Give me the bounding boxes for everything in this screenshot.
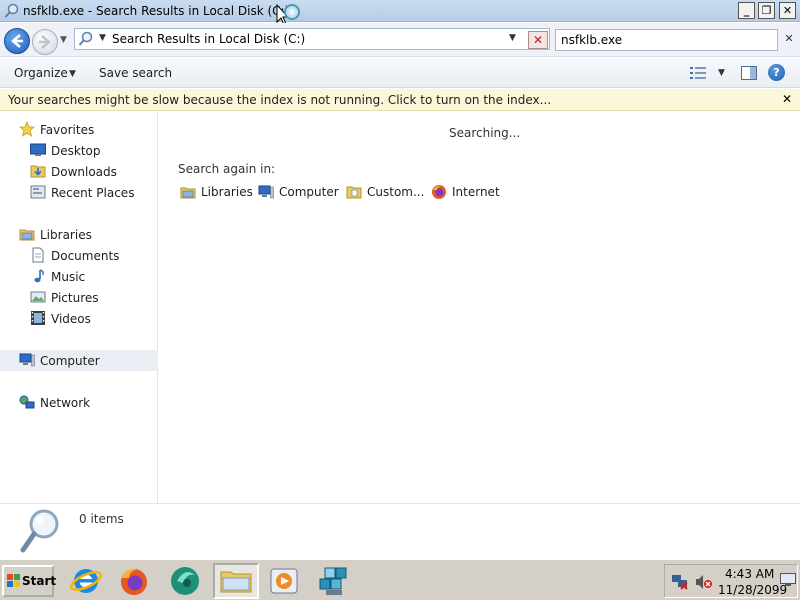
desktop-icon <box>30 143 46 156</box>
clear-search-button[interactable]: ✕ <box>781 32 797 48</box>
close-button[interactable]: ✕ <box>779 2 796 19</box>
search-again-label-text: Internet <box>452 185 500 199</box>
address-row: ▼ ▼ Search Results in Local Disk (C:) ▼ … <box>0 23 800 57</box>
custom-folder-icon <box>346 186 362 199</box>
preview-pane-icon[interactable] <box>741 66 757 80</box>
search-again-label-text: Computer <box>279 185 339 199</box>
sidebar-item-label: Documents <box>51 249 120 263</box>
computer-icon <box>19 353 35 367</box>
taskbar-internet-explorer[interactable] <box>66 563 106 599</box>
network-icon <box>19 395 35 409</box>
search-input[interactable]: nsfklb.exe <box>555 29 778 51</box>
address-dropdown-icon[interactable]: ▼ <box>509 33 516 43</box>
taskbar-media-player[interactable] <box>264 563 304 599</box>
views-dropdown-icon[interactable]: ▼ <box>718 68 725 78</box>
index-info-bar[interactable]: Your searches might be slow because the … <box>0 89 800 111</box>
libraries-icon <box>19 229 35 241</box>
taskbar: Start 4:43 AM 11/28/2099 <box>0 558 800 600</box>
media-player-icon <box>270 568 298 594</box>
address-path: Search Results in Local Disk (C:) <box>112 32 306 46</box>
internet-explorer-icon <box>70 569 102 593</box>
taskbar-blocks-app[interactable] <box>314 563 354 599</box>
music-note-icon <box>34 269 44 283</box>
firefox-icon <box>121 568 147 595</box>
command-bar: Organize ▼ Save search ▼ ? <box>0 58 800 88</box>
stop-search-button[interactable]: ✕ <box>528 31 548 49</box>
navigation-pane: Favorites Desktop Downloads Recent Place… <box>0 112 158 503</box>
minimize-button[interactable]: _ <box>738 2 755 19</box>
chevron-down-icon[interactable]: ▼ <box>69 69 76 79</box>
sidebar-item-label: Videos <box>51 312 91 326</box>
item-count: 0 items <box>79 512 124 526</box>
results-pane: Searching... Search again in: Libraries … <box>159 112 800 503</box>
sidebar-item-label: Recent Places <box>51 186 135 200</box>
search-query: nsfklb.exe <box>561 33 623 47</box>
info-bar-close-button[interactable]: ✕ <box>782 92 792 106</box>
search-again-label-text: Custom... <box>367 185 425 199</box>
forward-button[interactable] <box>32 29 58 55</box>
taskbar-windows-explorer[interactable] <box>213 563 259 599</box>
start-button[interactable]: Start <box>2 565 57 597</box>
search-icon <box>78 31 93 46</box>
clock-time[interactable]: 4:43 AM <box>725 567 774 581</box>
system-tray: 4:43 AM 11/28/2099 <box>664 564 798 598</box>
title-bar[interactable]: nsfklb.exe - Search Results in Local Dis… <box>0 0 800 26</box>
search-status: Searching... <box>449 126 521 140</box>
sidebar-item-label: Desktop <box>51 144 101 158</box>
maximize-button[interactable]: ❐ <box>758 2 775 19</box>
breadcrumb-arrow-icon[interactable]: ▼ <box>99 33 106 43</box>
window-title: nsfklb.exe - Search Results in Local Dis… <box>23 4 290 18</box>
views-icon[interactable] <box>690 66 706 80</box>
videos-film-icon <box>31 311 45 325</box>
sidebar-item-label: Computer <box>40 354 100 368</box>
recent-pages-dropdown[interactable]: ▼ <box>60 35 67 45</box>
firefox-icon <box>432 185 446 199</box>
organize-button[interactable]: Organize <box>14 66 68 80</box>
windows-logo-icon <box>7 574 20 587</box>
forward-arrow-icon <box>39 35 51 49</box>
documents-icon <box>32 247 44 263</box>
network-status-icon[interactable] <box>671 574 689 590</box>
back-arrow-icon <box>11 34 23 48</box>
computer-icon <box>258 185 274 199</box>
address-bar[interactable]: ▼ Search Results in Local Disk (C:) ▼ <box>74 28 550 50</box>
help-button[interactable]: ? <box>768 64 785 81</box>
save-search-button[interactable]: Save search <box>99 66 172 80</box>
libraries-icon <box>180 187 196 199</box>
taskbar-firefox[interactable] <box>114 563 154 599</box>
search-magnifier-icon <box>20 509 59 553</box>
downloads-folder-icon <box>30 165 46 178</box>
search-again-label: Search again in: <box>178 162 276 176</box>
sidebar-item-label: Music <box>51 270 86 284</box>
media-app-icon <box>171 567 199 595</box>
details-pane: 0 items <box>0 503 800 557</box>
blocks-app-icon <box>319 567 347 595</box>
sidebar-item-label: Downloads <box>51 165 117 179</box>
info-bar-message[interactable]: Your searches might be slow because the … <box>8 93 551 107</box>
sidebar-item-label: Network <box>40 396 91 410</box>
sidebar-item-label: Pictures <box>51 291 99 305</box>
clock-date[interactable]: 11/28/2099 <box>718 583 787 597</box>
sidebar-item-label: Libraries <box>40 228 92 242</box>
volume-muted-icon[interactable] <box>695 574 713 590</box>
folder-icon <box>220 571 252 593</box>
star-icon <box>19 121 35 137</box>
start-label: Start <box>22 574 57 588</box>
recent-places-icon <box>30 185 46 199</box>
show-desktop-icon[interactable] <box>780 573 796 586</box>
taskbar-media-app[interactable] <box>165 563 205 599</box>
back-button[interactable] <box>4 28 30 54</box>
pictures-icon <box>30 291 46 303</box>
search-icon <box>4 3 19 18</box>
search-again-label-text: Libraries <box>201 185 253 199</box>
sidebar-item-label: Favorites <box>40 123 95 137</box>
